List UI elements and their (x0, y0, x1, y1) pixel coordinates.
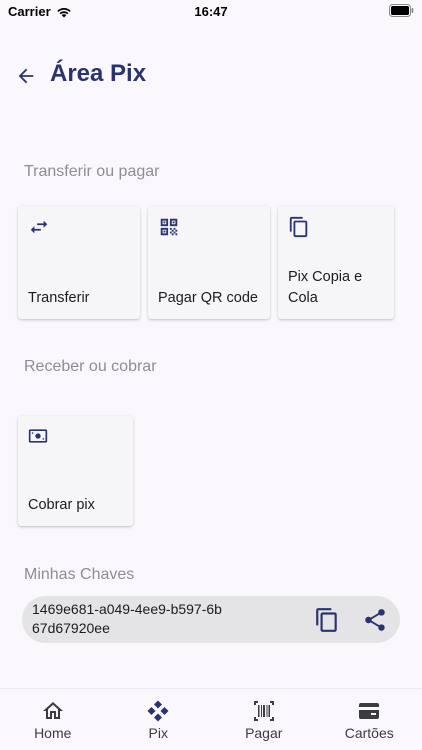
nav-home-label: Home (34, 725, 72, 741)
keys-section-title: Minhas Chaves (24, 566, 135, 583)
transfer-label: Transferir (28, 290, 90, 306)
receive-section-title: Receber ou cobrar (24, 358, 157, 375)
app-header: Área Pix (0, 56, 422, 96)
pay-qr-code-label: Pagar QR code (158, 290, 258, 306)
pix-icon (147, 700, 169, 722)
status-bar: Carrier 16:47 (0, 0, 422, 24)
copy-icon (289, 216, 308, 238)
share-icon (365, 609, 385, 631)
nav-pagar[interactable]: Pagar (211, 689, 317, 750)
pix-copy-paste-label: Pix Copia e Cola (288, 269, 363, 306)
nav-pix-label: Pix (148, 725, 168, 741)
pix-copy-paste-card[interactable]: Pix Copia e Cola (278, 206, 394, 319)
transfer-section-title: Transferir ou pagar (24, 163, 160, 180)
copy-key-button[interactable] (314, 607, 340, 633)
page-title: Área Pix (50, 60, 147, 87)
copy-icon (316, 608, 337, 632)
nav-pix[interactable]: Pix (106, 689, 212, 750)
nav-home[interactable]: Home (0, 689, 106, 750)
share-key-button[interactable] (362, 607, 388, 633)
battery-icon (389, 4, 414, 20)
transfer-arrows-icon (30, 220, 48, 234)
bottom-nav: Home Pix Pagar Cartões (0, 688, 422, 750)
arrow-back-icon (18, 68, 34, 84)
charge-pix-card[interactable]: Cobrar pix (18, 416, 133, 526)
pix-key-item: 1469e681-a049-4ee9-b597-6b67d67920ee (22, 596, 400, 643)
qr-code-icon (160, 218, 178, 236)
nav-cartoes[interactable]: Cartões (317, 689, 422, 750)
home-icon (42, 702, 63, 719)
transfer-card[interactable]: Transferir (18, 206, 140, 319)
back-button[interactable] (12, 62, 40, 90)
charge-pix-label: Cobrar pix (28, 497, 95, 513)
nav-cartoes-label: Cartões (344, 725, 394, 741)
card-icon (359, 703, 380, 719)
clock: 16:47 (194, 4, 228, 19)
pay-qr-code-card[interactable]: Pagar QR code (148, 206, 270, 319)
money-icon (28, 429, 48, 443)
pix-key-value: 1469e681-a049-4ee9-b597-6b67d67920ee (32, 601, 222, 636)
nav-pagar-label: Pagar (245, 725, 283, 741)
barcode-icon (253, 701, 274, 721)
